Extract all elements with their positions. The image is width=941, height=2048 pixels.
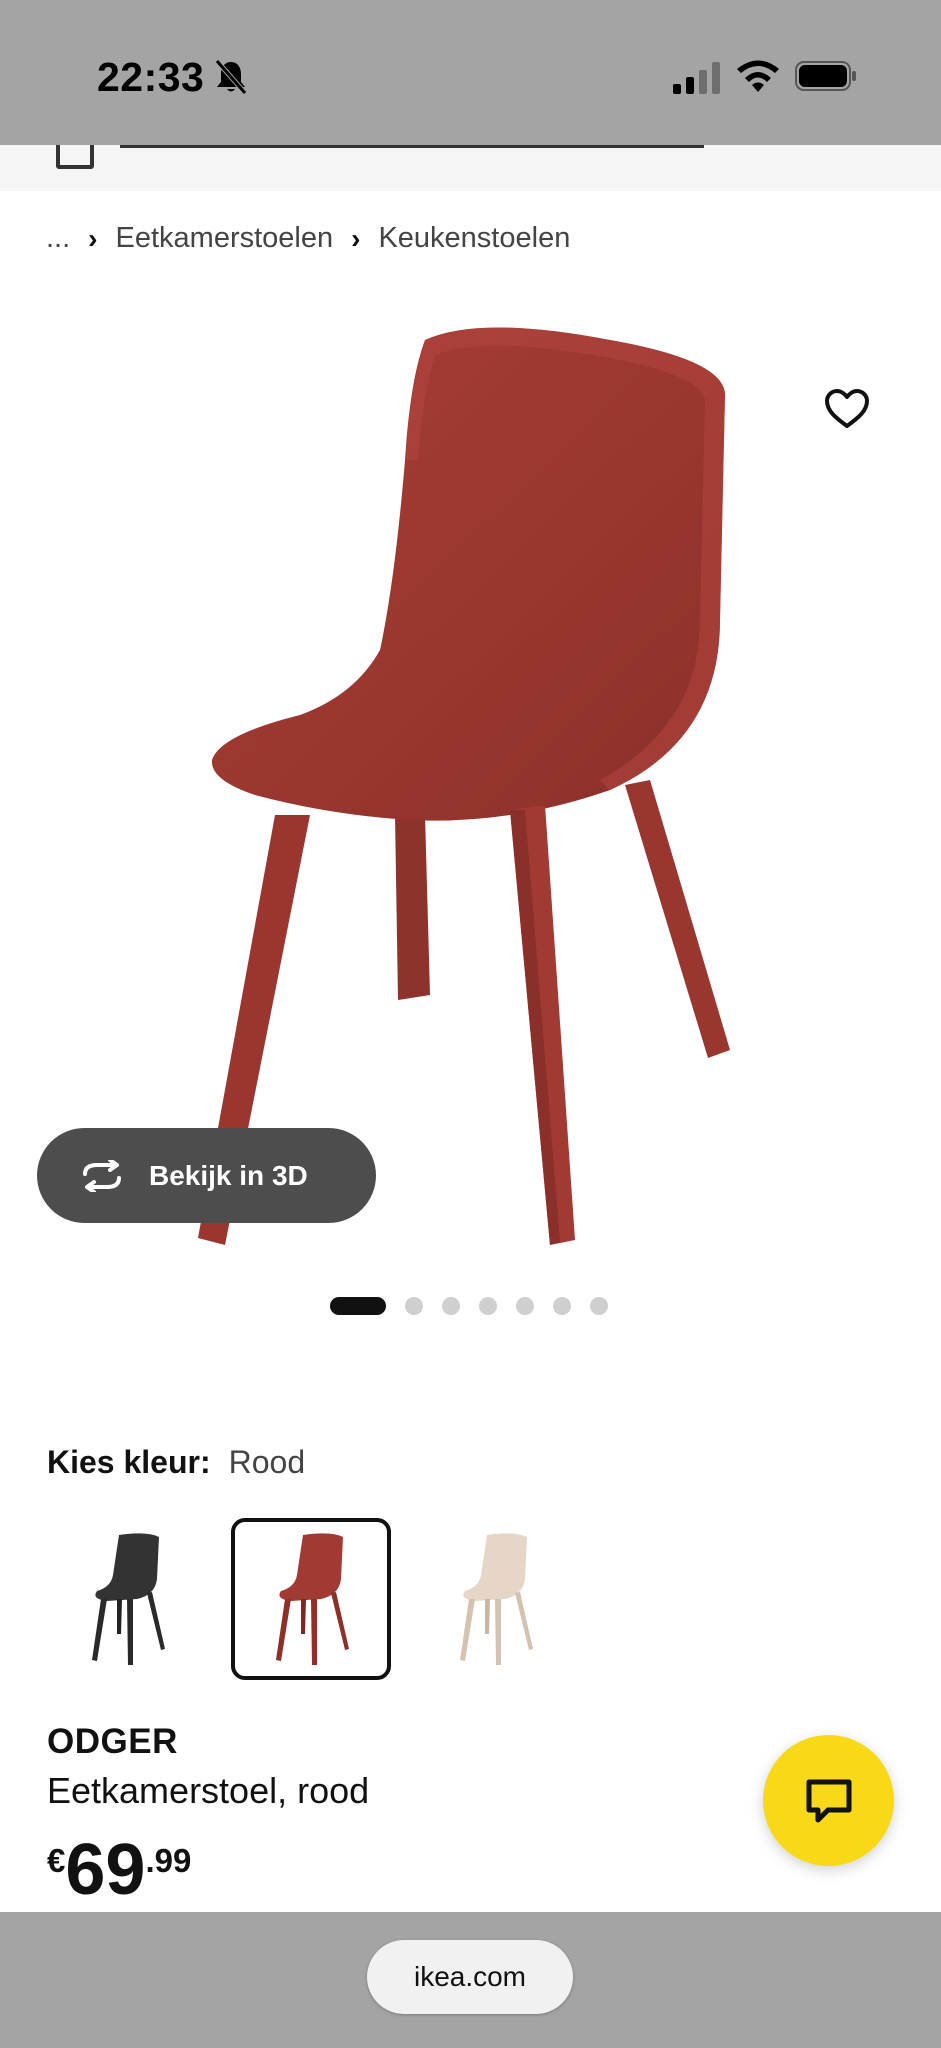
gallery-dot[interactable] (553, 1297, 571, 1315)
bell-muted-icon (215, 59, 247, 95)
color-chooser-header: Kies kleur: Rood (47, 1444, 305, 1481)
signal-icon (673, 62, 720, 94)
gallery-dot[interactable] (442, 1297, 460, 1315)
chevron-right-icon: › (351, 222, 361, 254)
price-currency: € (47, 1842, 66, 1879)
heart-icon[interactable] (824, 388, 870, 430)
wifi-icon (737, 60, 779, 92)
swatch-red[interactable] (231, 1518, 391, 1680)
product-description: Eetkamerstoel, rood (47, 1770, 370, 1811)
breadcrumb: ... › Eetkamerstoelen › Keukenstoelen (46, 222, 570, 255)
header-icon (56, 145, 94, 169)
status-bar: 22:33 (0, 0, 941, 145)
url-text: ikea.com (413, 1961, 527, 1992)
breadcrumb-item-eetkamerstoelen[interactable]: Eetkamerstoelen (116, 222, 334, 255)
gallery-dot[interactable] (516, 1297, 534, 1315)
gallery-dot-active[interactable] (330, 1297, 386, 1315)
rotate-3d-icon (83, 1159, 121, 1192)
chair-black-thumbnail (92, 1533, 165, 1665)
swatch-black[interactable] (47, 1518, 207, 1680)
chair-white-thumbnail (460, 1533, 533, 1665)
color-swatches (47, 1518, 575, 1680)
gallery-pagination (330, 1297, 608, 1315)
product-name: ODGER (47, 1722, 178, 1761)
swatch-white[interactable] (415, 1518, 575, 1680)
chevron-right-icon: › (88, 222, 98, 254)
chat-button[interactable] (763, 1735, 894, 1866)
price-decimals: .99 (145, 1842, 192, 1879)
chair-red-thumbnail (276, 1533, 349, 1665)
address-bar[interactable]: ikea.com (367, 1940, 573, 2014)
color-label: Kies kleur: (47, 1444, 211, 1480)
header-divider (120, 145, 704, 148)
view-3d-button[interactable]: Bekijk in 3D (37, 1128, 376, 1223)
breadcrumb-ellipsis[interactable]: ... (46, 222, 70, 255)
status-time: 22:33 (97, 54, 205, 100)
gallery-dot[interactable] (590, 1297, 608, 1315)
scrolled-header-strip (0, 145, 941, 191)
gallery-dot[interactable] (479, 1297, 497, 1315)
page: 22:33 ... › Eetkamerstoelen › Keukenstoe… (0, 0, 941, 2048)
battery-icon (795, 61, 856, 91)
chat-icon (806, 1779, 851, 1822)
selected-color: Rood (228, 1444, 306, 1480)
price-integer: 69 (65, 1830, 146, 1910)
product-image[interactable] (180, 320, 780, 1250)
breadcrumb-item-keukenstoelen[interactable]: Keukenstoelen (378, 222, 570, 255)
browser-bottom-bar: ikea.com (0, 1912, 941, 2048)
view-3d-label: Bekijk in 3D (149, 1159, 308, 1191)
gallery-dot[interactable] (405, 1297, 423, 1315)
product-price: € 69 .99 (47, 1830, 191, 1910)
